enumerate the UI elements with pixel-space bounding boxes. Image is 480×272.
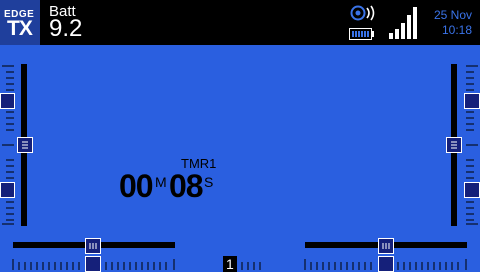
timer-seconds-unit: S bbox=[204, 174, 214, 190]
time-display: 10:18 bbox=[441, 23, 472, 37]
right-vertical-trim-thumb[interactable] bbox=[446, 137, 462, 153]
trim-grip-icon bbox=[451, 141, 457, 149]
left-horizontal-scale-thumb[interactable] bbox=[85, 256, 101, 272]
battery-value: 9.2 bbox=[49, 15, 83, 42]
left-trim-scale bbox=[2, 65, 14, 225]
right-horizontal-trim-thumb[interactable] bbox=[378, 238, 394, 254]
left-scale-thumb-lower[interactable] bbox=[0, 182, 15, 198]
left-horizontal-trim-thumb[interactable] bbox=[85, 238, 101, 254]
right-scale-thumb-upper[interactable] bbox=[464, 93, 480, 109]
radio-battery-icon bbox=[349, 28, 374, 40]
flight-mode-scale bbox=[241, 262, 261, 270]
right-scale-thumb-lower[interactable] bbox=[464, 182, 480, 198]
right-trim-scale bbox=[466, 65, 478, 225]
timer-minutes-unit: M bbox=[155, 174, 167, 190]
trim-grip-icon bbox=[89, 243, 97, 249]
flight-mode-number: 1 bbox=[226, 256, 234, 272]
edgetx-logo[interactable]: EDGE TX bbox=[0, 0, 40, 45]
trim-grip-icon bbox=[22, 141, 28, 149]
signal-bars-icon bbox=[389, 7, 417, 39]
date-display: 25 Nov bbox=[433, 8, 472, 22]
left-vertical-trim-thumb[interactable] bbox=[17, 137, 33, 153]
right-horizontal-scale-thumb[interactable] bbox=[378, 256, 394, 272]
timer-minutes[interactable]: 00 bbox=[119, 168, 154, 205]
logo-line2: TX bbox=[7, 17, 33, 40]
top-bar: EDGE TX Batt 9.2 25 Nov 10:18 bbox=[0, 0, 480, 45]
trim-grip-icon bbox=[382, 243, 390, 249]
left-scale-thumb-upper[interactable] bbox=[0, 93, 15, 109]
main-view: EDGE TX Batt 9.2 25 Nov 10:18 TMR1 00 M … bbox=[0, 0, 480, 272]
timer-seconds[interactable]: 08 bbox=[169, 168, 204, 205]
speaker-volume-icon[interactable] bbox=[350, 4, 380, 22]
